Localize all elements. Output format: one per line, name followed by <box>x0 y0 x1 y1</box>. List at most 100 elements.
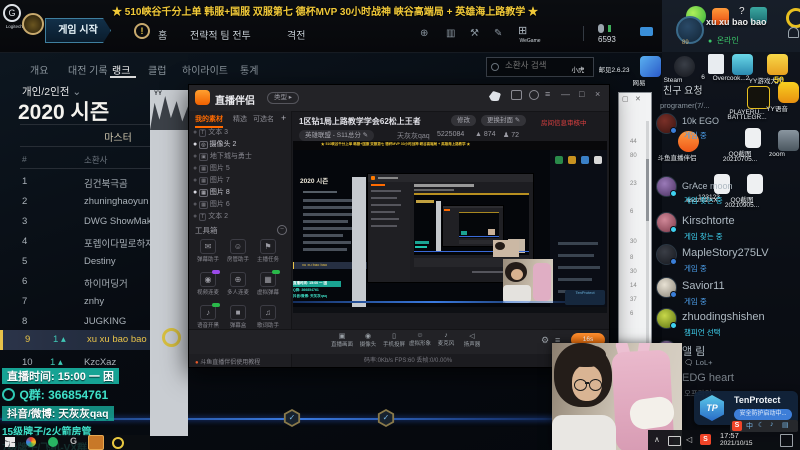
scrollbar-thumb[interactable] <box>646 159 649 221</box>
help-icon[interactable]: ? <box>739 6 745 17</box>
notification-center-icon[interactable] <box>780 434 793 447</box>
friend-status: 게임 중 <box>684 264 707 273</box>
green-app-icon[interactable] <box>48 437 58 447</box>
add-friend-icon[interactable]: ⊕ <box>420 28 428 39</box>
tab-optional[interactable]: 可选名 <box>253 114 274 124</box>
keyboard-icon[interactable]: ▤ <box>782 421 789 429</box>
profile-avatar[interactable] <box>676 16 704 44</box>
tab-featured[interactable]: 精选 <box>233 114 247 124</box>
mic-icon[interactable] <box>598 24 604 33</box>
toolbar-camera[interactable]: ◉ 摄像头 <box>355 332 381 348</box>
milestone-hex-icon[interactable]: ✓ <box>377 409 395 427</box>
toolbar-live-screen[interactable]: ▣ 直播画面 <box>329 332 355 348</box>
tab-ranked[interactable]: 랭크 <box>112 62 130 77</box>
settings-gear-icon[interactable]: ⚙ <box>541 335 549 346</box>
loot-bag-icon[interactable]: ▥ <box>446 28 455 39</box>
tray-date[interactable]: 2021/10/15 <box>720 440 753 447</box>
material-item[interactable]: ● ▦ 图片 6 <box>193 199 289 210</box>
material-item[interactable]: ● ◎ 摄像头 2 <box>193 139 289 150</box>
friend-row[interactable] <box>656 212 677 233</box>
edit-title-button[interactable]: 修改 <box>451 115 476 126</box>
tool-item[interactable]: ✉ 弹幕助手 <box>193 239 223 272</box>
profile-name[interactable]: xu xu bao bao <box>706 17 767 27</box>
friends-group[interactable]: programer(7/... <box>660 101 710 110</box>
wegame-grid-icon[interactable]: ⊞ <box>518 24 527 37</box>
network-icon[interactable] <box>668 436 681 446</box>
menu-icon[interactable]: ≡ <box>545 89 550 99</box>
type-badge[interactable]: 类型 ▸ <box>267 92 300 104</box>
ring-app-icon[interactable] <box>786 8 800 28</box>
friend-row[interactable] <box>656 244 677 265</box>
side-value: 6 <box>630 209 634 215</box>
tab-overview[interactable]: 개요 <box>30 62 48 77</box>
friend-row[interactable] <box>656 308 677 329</box>
friend-row[interactable] <box>656 176 677 197</box>
tool-item[interactable]: ▦ 虚拟弹幕 <box>253 270 283 305</box>
sogou-tray-icon[interactable]: S <box>700 434 711 445</box>
browser-icon[interactable] <box>26 437 36 447</box>
material-item[interactable]: ● T 文本 2 <box>193 211 289 222</box>
mic-icon[interactable]: ♪ <box>770 421 774 428</box>
close-icon[interactable]: × <box>595 89 600 99</box>
tab-history[interactable]: 대전 기록 <box>68 62 108 77</box>
bell-icon[interactable] <box>529 90 539 100</box>
toolbar-speaker[interactable]: ◁ 扬声器 <box>459 332 485 348</box>
restore-icon[interactable]: ▢ <box>622 95 629 103</box>
tab-clubs[interactable]: 클럽 <box>148 62 166 77</box>
milestone-hex-icon[interactable]: ✓ <box>283 409 301 427</box>
material-item[interactable]: ● ▣ 地下城与勇士 <box>193 151 289 162</box>
nav-home[interactable]: 홈 <box>158 27 167 42</box>
lang-mode-icon[interactable]: 中 <box>746 421 753 431</box>
tool-item[interactable]: ⊕ 多人连麦 <box>223 272 253 305</box>
desktop-icon-label[interactable]: 邮见2.6.23 <box>592 64 636 74</box>
start-button[interactable] <box>5 437 15 447</box>
play-button[interactable]: 게임 시작 <box>45 18 111 43</box>
clip-icon[interactable]: ✎ <box>494 28 502 39</box>
material-item[interactable]: ● ▦ 图片 7 <box>193 175 289 186</box>
add-material-button[interactable]: + <box>281 113 286 123</box>
close-icon[interactable]: ✕ <box>635 95 641 103</box>
moon-icon[interactable]: ☾ <box>758 421 764 429</box>
desktop-icon[interactable]: 50 YY语音 <box>766 75 800 113</box>
toolbar-phone-cast[interactable]: ▯ 手机投屏 <box>381 332 407 348</box>
material-item[interactable]: ● ▦ 图片 8 <box>193 187 289 198</box>
tool-item[interactable]: ⚑ 主播任务 <box>253 239 283 272</box>
alert-coin-icon[interactable]: ! <box>134 23 150 39</box>
forge-icon[interactable]: ⚒ <box>470 28 479 39</box>
volume-icon[interactable]: ◁ <box>686 435 692 444</box>
toolbar-avatar[interactable]: ☺ 虚拟形象 <box>407 332 433 347</box>
tool-item[interactable]: ◉ 视频连麦 <box>193 270 223 305</box>
tool-item[interactable]: ☺ 房管助手 <box>223 239 253 272</box>
minimize-icon[interactable]: — <box>561 89 570 99</box>
nav-clash[interactable]: 격전 <box>287 27 305 42</box>
message-icon[interactable] <box>511 90 522 100</box>
toolbar-mic[interactable]: ♪ 麦克风 <box>433 332 459 347</box>
ghub-taskbar-icon[interactable]: G <box>70 436 77 446</box>
tutorial-link[interactable]: ● 斗鱼直播伴侣使用教程 <box>195 357 260 366</box>
friend-row[interactable] <box>656 113 677 134</box>
input-method-bar[interactable]: S 中 ☾ ♪ ▤ <box>730 420 798 432</box>
friend-row[interactable] <box>656 277 677 298</box>
tab-my-materials[interactable]: 我的素材 <box>195 114 223 128</box>
play-circle-icon[interactable] <box>162 328 181 347</box>
material-item[interactable]: ● ▦ 图片 5 <box>193 163 289 174</box>
tray-time[interactable]: 17:57 <box>720 431 739 440</box>
mini2-hair <box>495 242 505 250</box>
sogou-icon[interactable]: S <box>732 421 742 431</box>
material-item[interactable]: ● T 文本 3 <box>193 127 289 138</box>
tab-stats[interactable]: 통계 <box>240 62 258 77</box>
stream-preview[interactable]: ★ 510峡谷千分上单 韩服+国服 双服第七 德杯MVP 30小时战神 峡谷高端… <box>293 141 607 313</box>
desktop-icon[interactable]: zoom <box>766 130 800 158</box>
desktop-icon[interactable]: QQ截图 20210905... <box>725 174 777 211</box>
active-app-icon[interactable] <box>88 435 104 450</box>
collapse-icon[interactable]: – <box>277 225 287 235</box>
tab-highlights[interactable]: 하이라이트 <box>182 62 228 77</box>
category-pill[interactable]: 英雄联盟 - S11总分 ✎ <box>299 130 375 141</box>
maximize-icon[interactable]: □ <box>579 89 584 99</box>
tray-expand-icon[interactable]: ∧ <box>654 435 660 444</box>
ring-app-taskbar-icon[interactable] <box>112 437 124 449</box>
bell-icon[interactable] <box>788 27 799 38</box>
cloud-pc-icon[interactable] <box>640 27 653 36</box>
nav-tft[interactable]: 전략적 팀 전투 <box>190 27 251 42</box>
cover-button[interactable]: 更换封面 ✎ <box>481 115 527 126</box>
